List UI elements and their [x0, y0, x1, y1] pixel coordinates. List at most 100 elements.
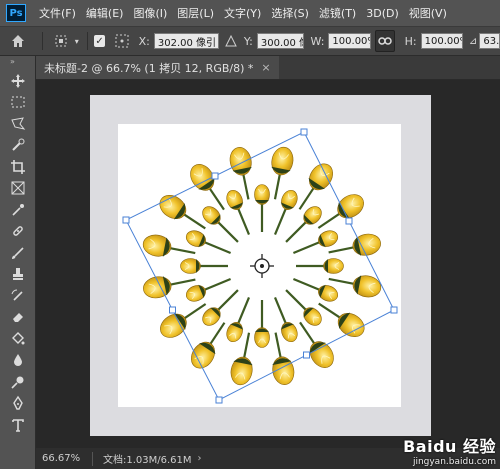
- frame-tool[interactable]: [0, 178, 36, 200]
- rose-flower: [202, 206, 239, 243]
- w-label: W:: [310, 34, 325, 48]
- watermark-sub: jingyan.baidu.com: [412, 457, 496, 467]
- delta-icon[interactable]: [223, 35, 237, 47]
- history-brush-tool[interactable]: [0, 285, 36, 307]
- eraser-icon: [13, 313, 23, 323]
- paint-bucket-tool[interactable]: [0, 328, 36, 350]
- options-bar: ▾ ✓ X: 302.00 像引 Y: 300.00 像引 W: 100.00%…: [0, 26, 500, 56]
- zoom-level[interactable]: 66.67%: [42, 453, 86, 464]
- rose-flower: [254, 184, 270, 232]
- canvas-area[interactable]: [36, 80, 500, 448]
- blur-icon: [14, 354, 22, 367]
- menu-view[interactable]: 视图(V): [404, 5, 452, 21]
- x-label: X:: [138, 34, 150, 48]
- rose-flower: [298, 163, 333, 210]
- reference-point-checkbox[interactable]: ✓: [94, 35, 106, 47]
- transform-center-icon[interactable]: [250, 254, 274, 278]
- link-icon[interactable]: [374, 30, 395, 52]
- crop-tool[interactable]: [0, 156, 36, 178]
- angle-input[interactable]: 63.: [479, 33, 500, 49]
- eraser-tool[interactable]: [0, 307, 36, 329]
- status-menu-arrow[interactable]: ›: [198, 453, 202, 464]
- close-icon[interactable]: ×: [261, 61, 270, 74]
- transform-handle[interactable]: [211, 172, 219, 180]
- transform-handle[interactable]: [303, 351, 310, 359]
- rose-flower: [159, 195, 206, 230]
- separator: [87, 32, 89, 50]
- stamp-tool[interactable]: [0, 264, 36, 286]
- document-tab[interactable]: 未标题-2 @ 66.7% (1 拷贝 12, RGB/8) * ×: [36, 56, 279, 79]
- lasso-icon: [11, 117, 26, 130]
- home-icon[interactable]: [0, 33, 36, 49]
- y-label: Y:: [243, 34, 253, 48]
- transform-handle[interactable]: [215, 396, 223, 404]
- rose-flower: [299, 321, 334, 368]
- blur-tool[interactable]: [0, 350, 36, 372]
- menu-edit[interactable]: 编辑(E): [81, 5, 129, 21]
- frame-icon: [11, 181, 25, 195]
- watermark-main: Baidu 经验: [403, 437, 496, 456]
- stamp-icon: [13, 268, 23, 281]
- rose-flower: [226, 189, 251, 236]
- separator: [92, 451, 93, 466]
- menu-select[interactable]: 选择(S): [266, 5, 314, 21]
- baidu-watermark: Baidu 经验 jingyan.baidu.com: [403, 433, 496, 467]
- rose-flower: [185, 277, 232, 302]
- history-brush-icon: [11, 289, 23, 301]
- y-position-input[interactable]: 300.00 像引: [256, 33, 305, 49]
- crop-icon: [11, 159, 25, 174]
- eyedropper-icon: [12, 203, 24, 216]
- transform-handle[interactable]: [345, 217, 353, 225]
- rose-wreath-artwork[interactable]: [36, 80, 500, 448]
- menu-image[interactable]: 图像(I): [128, 5, 172, 21]
- menu-layer[interactable]: 图层(L): [172, 5, 219, 21]
- height-input[interactable]: 100.00%: [420, 33, 463, 49]
- collapse-icon[interactable]: »: [0, 56, 35, 70]
- rose-flower: [226, 296, 251, 343]
- rose-flower: [202, 289, 239, 326]
- menu-file[interactable]: 文件(F): [34, 5, 81, 21]
- menu-3d[interactable]: 3D(D): [361, 7, 404, 20]
- eyedropper-tool[interactable]: [0, 199, 36, 221]
- dodge-tool[interactable]: [0, 371, 36, 393]
- rose-flower: [273, 189, 298, 236]
- x-position-input[interactable]: 302.00 像引: [153, 33, 220, 49]
- menu-type[interactable]: 文字(Y): [219, 5, 266, 21]
- lasso-tool[interactable]: [0, 113, 36, 135]
- type-tool[interactable]: [0, 414, 36, 436]
- quick-select-tool[interactable]: [0, 135, 36, 157]
- healing-icon: [13, 226, 23, 237]
- quick-select-icon: [12, 138, 25, 151]
- menu-bar: Ps 文件(F) 编辑(E) 图像(I) 图层(L) 文字(Y) 选择(S) 滤…: [0, 0, 500, 26]
- transform-handle[interactable]: [122, 216, 130, 224]
- tools-panel: »: [0, 56, 36, 469]
- reference-point-icon[interactable]: [49, 33, 72, 49]
- pen-icon: [13, 395, 23, 410]
- document-tab-bar: 未标题-2 @ 66.7% (1 拷贝 12, RGB/8) * ×: [36, 56, 500, 80]
- rose-flower: [190, 164, 225, 211]
- rose-flower: [254, 300, 270, 348]
- pen-tool[interactable]: [0, 393, 36, 415]
- document-tab-title: 未标题-2 @ 66.7% (1 拷贝 12, RGB/8) *: [44, 61, 254, 75]
- move-tool[interactable]: [0, 70, 36, 92]
- rose-flower: [292, 230, 339, 255]
- rose-flower: [160, 303, 207, 338]
- width-input[interactable]: 100.00%: [328, 33, 371, 49]
- rotate-icon: ⊿: [468, 35, 478, 47]
- transform-handle[interactable]: [169, 306, 176, 314]
- paint-bucket-icon: [12, 331, 25, 345]
- dodge-icon: [11, 376, 24, 389]
- brush-tool[interactable]: [0, 242, 36, 264]
- menu-filter[interactable]: 滤镜(T): [314, 5, 361, 21]
- rose-flower: [185, 230, 232, 255]
- rose-flower: [273, 296, 298, 343]
- chevron-down-icon[interactable]: ▾: [72, 37, 81, 46]
- type-icon: [12, 418, 24, 432]
- transform-handle[interactable]: [300, 128, 308, 136]
- marquee-tool[interactable]: [0, 92, 36, 114]
- healing-tool[interactable]: [0, 221, 36, 243]
- transform-handle[interactable]: [390, 306, 398, 314]
- separator: [42, 32, 43, 50]
- rose-flower: [285, 206, 322, 243]
- reference-grid-icon[interactable]: [111, 33, 133, 49]
